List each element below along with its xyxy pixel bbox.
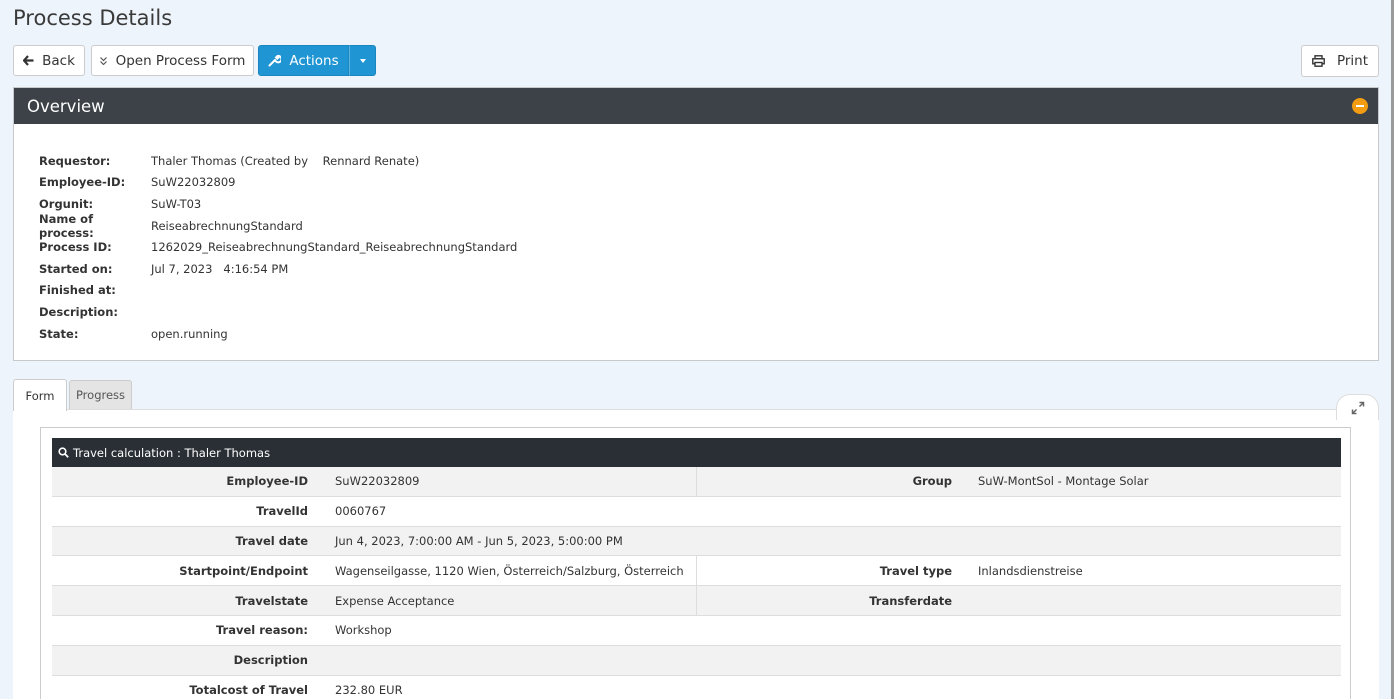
table-row: Employee-ID SuW22032809 Group SuW-MontSo… (52, 467, 1341, 497)
field-value: 232.80 EUR (335, 682, 403, 697)
field-value: Wagenseilgasse, 1120 Wien, Österreich/Sa… (322, 556, 697, 586)
overview-title: Overview (27, 96, 105, 116)
actions-button[interactable]: Actions (258, 45, 349, 76)
field-label: Totalcost of Travel (189, 682, 308, 697)
search-icon (58, 447, 69, 458)
overview-value: open.running (151, 326, 228, 341)
field-label: Transferdate (869, 593, 952, 608)
field-label: Employee-ID (226, 474, 308, 489)
field-label: Travel type (879, 563, 952, 578)
overview-body: Requestor: Thaler Thomas (Created by Ren… (14, 124, 1378, 344)
overview-row-employee-id: Employee-ID: SuW22032809 (39, 172, 1378, 194)
overview-header: Overview (14, 88, 1378, 124)
field-value: Workshop (335, 623, 392, 638)
field-value: Expense Acceptance (322, 586, 697, 615)
overview-value: ReiseabrechnungStandard (151, 218, 303, 233)
field-label: Travel date (235, 533, 308, 548)
field-value: 0060767 (335, 504, 387, 519)
overview-label: Description: (39, 304, 118, 319)
print-button[interactable]: Print (1301, 45, 1379, 77)
overview-row-finished-at: Finished at: (39, 280, 1378, 302)
travel-calculation-header: Travel calculation : Thaler Thomas (52, 438, 1341, 467)
table-row: Travelstate Expense Acceptance Transferd… (52, 586, 1341, 616)
back-label: Back (42, 52, 75, 69)
field-label: Startpoint/Endpoint (179, 563, 308, 578)
print-label: Print (1336, 53, 1369, 69)
overview-value: SuW-T03 (151, 196, 202, 211)
expand-icon (1351, 400, 1365, 419)
field-label: TravelId (256, 504, 308, 519)
actions-label: Actions (289, 52, 339, 69)
overview-value: SuW22032809 (151, 175, 236, 190)
overview-value: 1262029_ReiseabrechnungStandard_Reiseabr… (151, 240, 518, 255)
table-row: Startpoint/Endpoint Wagenseilgasse, 1120… (52, 556, 1341, 587)
field-value (966, 586, 978, 615)
field-value: Jun 4, 2023, 7:00:00 AM - Jun 5, 2023, 5… (335, 533, 623, 548)
overview-label: Started on: (39, 261, 113, 276)
printer-icon (1312, 55, 1325, 67)
overview-row-process-name: Name of process: ReiseabrechnungStandard (39, 211, 1378, 240)
table-row: Travel date Jun 4, 2023, 7:00:00 AM - Ju… (52, 526, 1341, 557)
collapse-icon[interactable] (1352, 98, 1368, 114)
overview-row-process-id: Process ID: 1262029_ReiseabrechnungStand… (39, 236, 1378, 258)
field-value: SuW-MontSol - Montage Solar (978, 474, 1149, 489)
field-label: Travel reason: (215, 623, 308, 638)
open-process-form-button[interactable]: Open Process Form (91, 45, 254, 76)
tab-progress[interactable]: Progress (69, 380, 132, 409)
caret-down-icon (359, 58, 366, 63)
double-chevron-down-icon (99, 56, 107, 65)
table-row: TravelId 0060767 (52, 496, 1341, 527)
wrench-icon (268, 54, 282, 67)
table-row: Description (52, 645, 1341, 676)
overview-label: Name of process: (39, 211, 94, 240)
overview-row-state: State: open.running (39, 323, 1378, 345)
actions-dropdown-toggle[interactable] (349, 45, 376, 76)
field-value (322, 646, 335, 675)
overview-label: Employee-ID: (39, 175, 126, 190)
overview-row-orgunit: Orgunit: SuW-T03 (39, 193, 1378, 215)
overview-value: Jul 7, 2023 4:16:54 PM (151, 261, 289, 276)
travel-calculation-table: Travel calculation : Thaler Thomas Emplo… (52, 438, 1341, 699)
overview-label: Finished at: (39, 283, 116, 298)
travel-calculation-title: Travel calculation : Thaler Thomas (73, 445, 271, 460)
overview-row-description: Description: (39, 301, 1378, 323)
overview-value: Thaler Thomas (Created by Rennard Renate… (151, 153, 420, 168)
tab-form[interactable]: Form (13, 379, 67, 411)
page-title: Process Details (13, 6, 173, 30)
overview-label: State: (39, 326, 79, 341)
open-process-form-label: Open Process Form (115, 52, 246, 69)
overview-panel: Overview Requestor: Thaler Thomas (Creat… (13, 87, 1379, 361)
overview-label: Orgunit: (39, 196, 94, 211)
table-row: Travel reason: Workshop (52, 615, 1341, 646)
field-label: Travelstate (235, 593, 308, 608)
overview-label: Process ID: (39, 240, 112, 255)
back-button[interactable]: Back (13, 45, 85, 76)
field-value: SuW22032809 (322, 467, 697, 496)
field-value: Inlandsdienstreise (978, 563, 1083, 578)
overview-row-requestor: Requestor: Thaler Thomas (Created by Ren… (39, 150, 1378, 172)
table-row: Totalcost of Travel 232.80 EUR (52, 675, 1341, 699)
overview-row-started-on: Started on: Jul 7, 2023 4:16:54 PM (39, 258, 1378, 280)
field-label: Description (233, 653, 308, 668)
expand-button[interactable] (1336, 394, 1379, 420)
arrow-left-icon (23, 55, 34, 66)
overview-label: Requestor: (39, 153, 111, 168)
field-label: Group (912, 474, 952, 489)
